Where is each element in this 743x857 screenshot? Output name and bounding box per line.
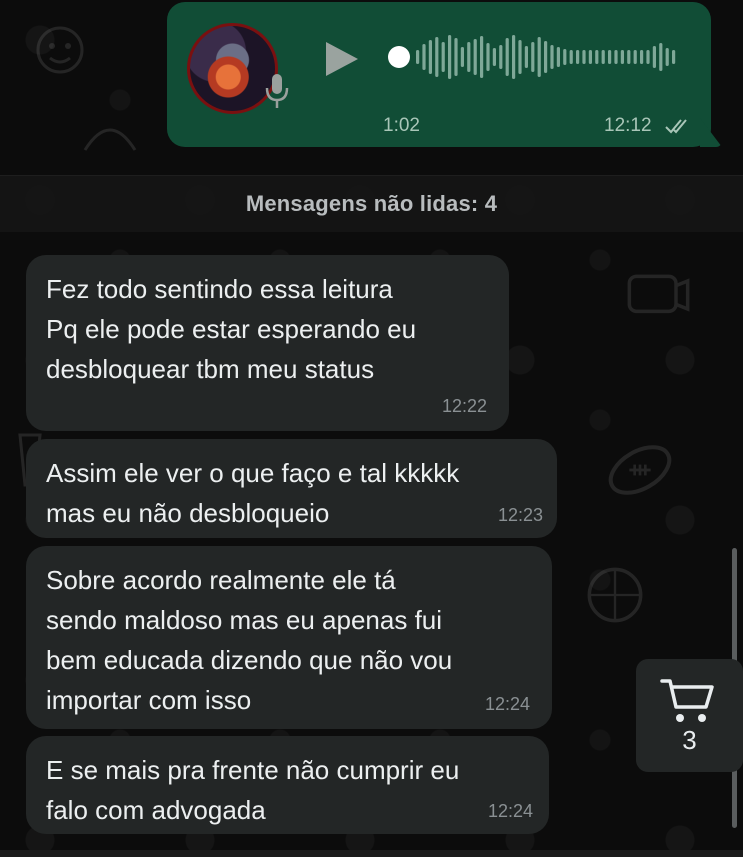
- doodle-icon: [36, 26, 84, 74]
- waveform-bar: [467, 42, 471, 72]
- waveform-bar: [435, 37, 439, 77]
- waveform-bar: [588, 50, 592, 64]
- waveform-bar: [460, 47, 464, 67]
- waveform-bar: [652, 46, 656, 68]
- incoming-message[interactable]: E se mais pra frente não cumprir eu falo…: [26, 736, 549, 834]
- mic-icon: [265, 74, 289, 108]
- waveform-bar: [646, 50, 650, 64]
- doodle-icon: [587, 567, 643, 623]
- waveform-bar: [550, 45, 554, 69]
- waveform-bar: [582, 50, 586, 64]
- unread-messages-label: Mensagens não lidas: 4: [245, 191, 498, 216]
- waveform-bar: [416, 50, 420, 64]
- waveform-bar: [627, 50, 631, 64]
- message-time: 12:23: [497, 505, 543, 525]
- message-text: Assim ele ver o que faço e tal kkkkk mas…: [46, 458, 460, 528]
- message-text: Fez todo sentindo essa leitura Pq ele po…: [46, 274, 417, 384]
- incoming-message[interactable]: Assim ele ver o que faço e tal kkkkk mas…: [26, 439, 557, 538]
- waveform-bar: [601, 50, 605, 64]
- waveform-bar: [480, 36, 484, 78]
- waveform-bar: [524, 46, 528, 68]
- cart-count: 3: [682, 725, 697, 755]
- play-icon[interactable]: [324, 40, 360, 78]
- incoming-message[interactable]: Sobre acordo realmente ele tá sendo mald…: [26, 546, 552, 729]
- waveform-bar: [620, 50, 624, 64]
- waveform-bar: [595, 50, 599, 64]
- incoming-message[interactable]: Fez todo sentindo essa leitura Pq ele po…: [26, 255, 509, 431]
- waveform-bar: [665, 48, 669, 66]
- waveform-bar: [544, 41, 548, 73]
- cart-icon: [660, 679, 714, 722]
- doodle-icon: [83, 128, 137, 151]
- waveform-bar: [672, 50, 676, 64]
- message-text: E se mais pra frente não cumprir eu falo…: [46, 755, 460, 825]
- message-time: 12:24: [484, 694, 530, 714]
- waveform-bar: [473, 39, 477, 75]
- waveform-bar: [441, 42, 445, 72]
- audio-waveform[interactable]: [386, 32, 686, 82]
- voice-duration: 1:02: [383, 115, 420, 136]
- bottom-edge: [0, 850, 743, 857]
- message-time: 12:22: [441, 396, 487, 416]
- doodle-icon: [627, 274, 690, 314]
- waveform-bar: [531, 42, 535, 72]
- waveform-bar: [505, 38, 509, 76]
- message-time: 12:24: [487, 801, 533, 821]
- waveform-bar: [499, 45, 503, 69]
- doodle-icon: [608, 445, 672, 495]
- waveform-bar: [614, 50, 618, 64]
- waveform-bar: [640, 50, 644, 64]
- waveform-bar: [633, 50, 637, 64]
- waveform-bar: [518, 40, 522, 74]
- waveform-bar: [486, 43, 490, 71]
- waveform-bar: [454, 38, 458, 76]
- waveform-bar: [576, 50, 580, 64]
- waveform-bar: [448, 35, 452, 79]
- waveform-bar: [537, 37, 541, 77]
- waveform-bar: [608, 50, 612, 64]
- waveform-bar: [556, 47, 560, 67]
- waveform-bar: [512, 35, 516, 79]
- playback-scrubber[interactable]: [388, 46, 410, 68]
- unread-messages-divider: Mensagens não lidas: 4: [0, 175, 743, 232]
- waveform-bar: [569, 50, 573, 64]
- waveform-bar: [428, 40, 432, 74]
- waveform-bar: [422, 44, 426, 70]
- waveform-bar: [492, 48, 496, 66]
- voice-message-time: 12:12: [604, 115, 652, 136]
- waveform-bar: [659, 43, 663, 71]
- cart-button[interactable]: 3: [636, 659, 743, 772]
- waveform-bar: [563, 49, 567, 65]
- double-check-icon: [665, 119, 687, 134]
- message-text: Sobre acordo realmente ele tá sendo mald…: [46, 565, 453, 715]
